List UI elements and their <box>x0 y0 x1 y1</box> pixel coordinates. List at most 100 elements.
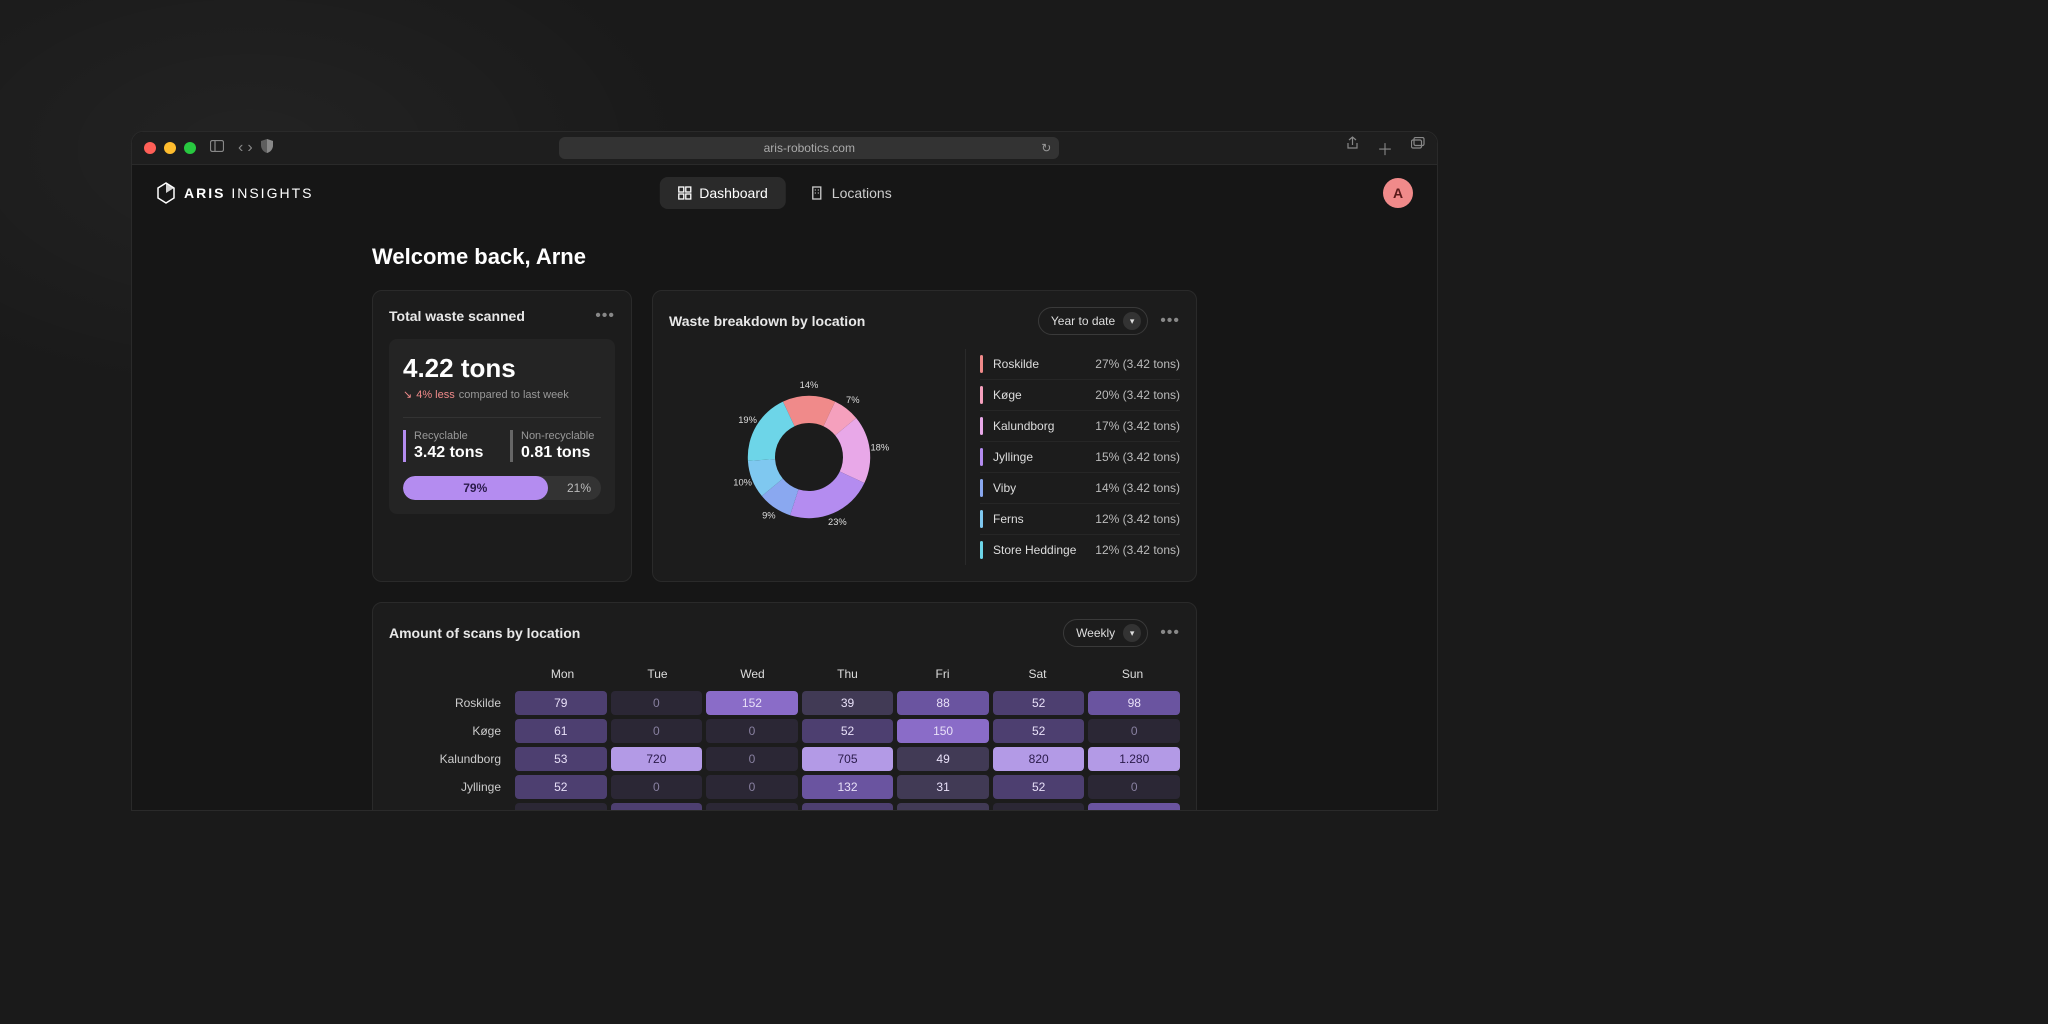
minimize-window-button[interactable] <box>164 142 176 154</box>
avatar-initial: A <box>1393 185 1403 201</box>
legend-value: 14% (3.42 tons) <box>1095 481 1180 495</box>
close-window-button[interactable] <box>144 142 156 154</box>
table-row: Kalundborg537200705498201.280 <box>389 747 1180 771</box>
day-header: Sat <box>990 667 1085 681</box>
table-row: Køge610052150520 <box>389 719 1180 743</box>
heatmap-cell: 53 <box>515 747 607 771</box>
more-icon[interactable]: ••• <box>1160 312 1180 330</box>
heatmap-cell: 0 <box>611 719 703 743</box>
legend-row: Viby 14% (3.42 tons) <box>980 473 1180 504</box>
scans-range-dropdown[interactable]: Weekly ▾ <box>1063 619 1148 647</box>
grid-icon <box>677 186 691 200</box>
share-icon[interactable] <box>1346 136 1359 160</box>
day-header: Mon <box>515 667 610 681</box>
browser-window: ‹ › aris-robotics.com ↻ ＋ ARIS INS <box>131 131 1438 811</box>
table-row: Viby079078490104 <box>389 803 1180 811</box>
app-header: ARIS INSIGHTS Dashboard Locations A <box>132 165 1437 220</box>
legend-name: Roskilde <box>993 357 1095 371</box>
legend-value: 12% (3.42 tons) <box>1095 512 1180 526</box>
heatmap-cell: 0 <box>706 775 798 799</box>
nav-back-button[interactable]: ‹ <box>238 139 243 157</box>
donut-slice-label: 18% <box>870 443 889 453</box>
tabs-icon[interactable] <box>1411 136 1425 160</box>
logo-icon <box>156 182 176 204</box>
logo: ARIS INSIGHTS <box>156 182 313 204</box>
logo-brand: ARIS <box>184 185 225 201</box>
heatmap-cell: 61 <box>515 719 607 743</box>
heatmap-cell: 52 <box>993 775 1085 799</box>
card-total-waste: Total waste scanned ••• 4.22 tons ↘ 4% l… <box>372 290 632 582</box>
new-tab-icon[interactable]: ＋ <box>1377 136 1393 160</box>
sidebar-toggle-icon[interactable] <box>210 139 224 157</box>
legend-name: Køge <box>993 388 1095 402</box>
legend-color-bar <box>980 417 983 435</box>
heatmap-cell: 0 <box>611 691 703 715</box>
more-icon[interactable]: ••• <box>1160 624 1180 642</box>
heatmap-cell: 0 <box>1088 775 1180 799</box>
legend-color-bar <box>980 510 983 528</box>
chevron-down-icon: ▾ <box>1123 624 1141 642</box>
nav-locations[interactable]: Locations <box>792 177 910 209</box>
total-waste-value: 4.22 tons <box>403 353 601 384</box>
day-header: Thu <box>800 667 895 681</box>
heatmap-cell: 0 <box>706 747 798 771</box>
heatmap-cell: 79 <box>611 803 703 811</box>
row-location: Kalundborg <box>389 747 511 771</box>
heatmap-cell: 104 <box>1088 803 1180 811</box>
heatmap-cell: 0 <box>611 775 703 799</box>
legend-row: Jyllinge 15% (3.42 tons) <box>980 442 1180 473</box>
breakdown-legend: Roskilde 27% (3.42 tons) Køge 20% (3.42 … <box>965 349 1180 565</box>
legend-color-bar <box>980 448 983 466</box>
row-location: Viby <box>389 803 511 811</box>
heatmap-cell: 52 <box>802 719 894 743</box>
more-icon[interactable]: ••• <box>595 307 615 325</box>
table-row: Jyllinge520013231520 <box>389 775 1180 799</box>
scans-range-label: Weekly <box>1076 626 1115 640</box>
progress-bar: 79% 21% <box>403 476 601 500</box>
legend-row: Køge 20% (3.42 tons) <box>980 380 1180 411</box>
heatmap-cell: 820 <box>993 747 1085 771</box>
day-header: Sun <box>1085 667 1180 681</box>
maximize-window-button[interactable] <box>184 142 196 154</box>
nonrecyclable-label: Non-recyclable <box>521 430 601 442</box>
legend-color-bar <box>980 355 983 373</box>
address-url: aris-robotics.com <box>764 141 855 155</box>
breakdown-title: Waste breakdown by location <box>669 313 865 329</box>
legend-color-bar <box>980 541 983 559</box>
heatmap-cell: 49 <box>897 803 989 811</box>
shield-icon[interactable] <box>261 139 273 158</box>
address-bar[interactable]: aris-robotics.com ↻ <box>559 137 1059 159</box>
donut-slice-label: 10% <box>733 478 752 488</box>
legend-name: Jyllinge <box>993 450 1095 464</box>
heatmap-cell: 52 <box>993 719 1085 743</box>
legend-row: Roskilde 27% (3.42 tons) <box>980 349 1180 380</box>
page-title: Welcome back, Arne <box>372 244 1197 270</box>
recyclable-value: 3.42 tons <box>414 444 494 462</box>
progress-rest: 21% <box>567 481 591 495</box>
legend-value: 27% (3.42 tons) <box>1095 357 1180 371</box>
heatmap-cell: 705 <box>802 747 894 771</box>
row-location: Køge <box>389 719 511 743</box>
heatmap-cell: 1.280 <box>1088 747 1180 771</box>
legend-row: Ferns 12% (3.42 tons) <box>980 504 1180 535</box>
scans-heatmap: MonTueWedThuFriSatSunRoskilde79015239885… <box>389 661 1180 811</box>
nav-forward-button[interactable]: › <box>247 139 252 157</box>
donut-chart: 14%7%18%23%9%10%19% <box>669 349 949 565</box>
app-body: ARIS INSIGHTS Dashboard Locations A Welc… <box>132 165 1437 810</box>
heatmap-cell: 52 <box>993 691 1085 715</box>
heatmap-cell: 39 <box>802 691 894 715</box>
avatar[interactable]: A <box>1383 178 1413 208</box>
heatmap-cell: 150 <box>897 719 989 743</box>
legend-name: Viby <box>993 481 1095 495</box>
day-header: Fri <box>895 667 990 681</box>
heatmap-cell: 132 <box>802 775 894 799</box>
refresh-icon[interactable]: ↻ <box>1041 141 1051 155</box>
total-waste-title: Total waste scanned <box>389 308 525 324</box>
nav-dashboard[interactable]: Dashboard <box>659 177 786 209</box>
heatmap-cell: 0 <box>706 719 798 743</box>
trend-value: 4% less <box>416 389 455 401</box>
heatmap-cell: 720 <box>611 747 703 771</box>
range-dropdown[interactable]: Year to date ▾ <box>1038 307 1148 335</box>
heatmap-cell: 0 <box>515 803 607 811</box>
legend-name: Kalundborg <box>993 419 1095 433</box>
